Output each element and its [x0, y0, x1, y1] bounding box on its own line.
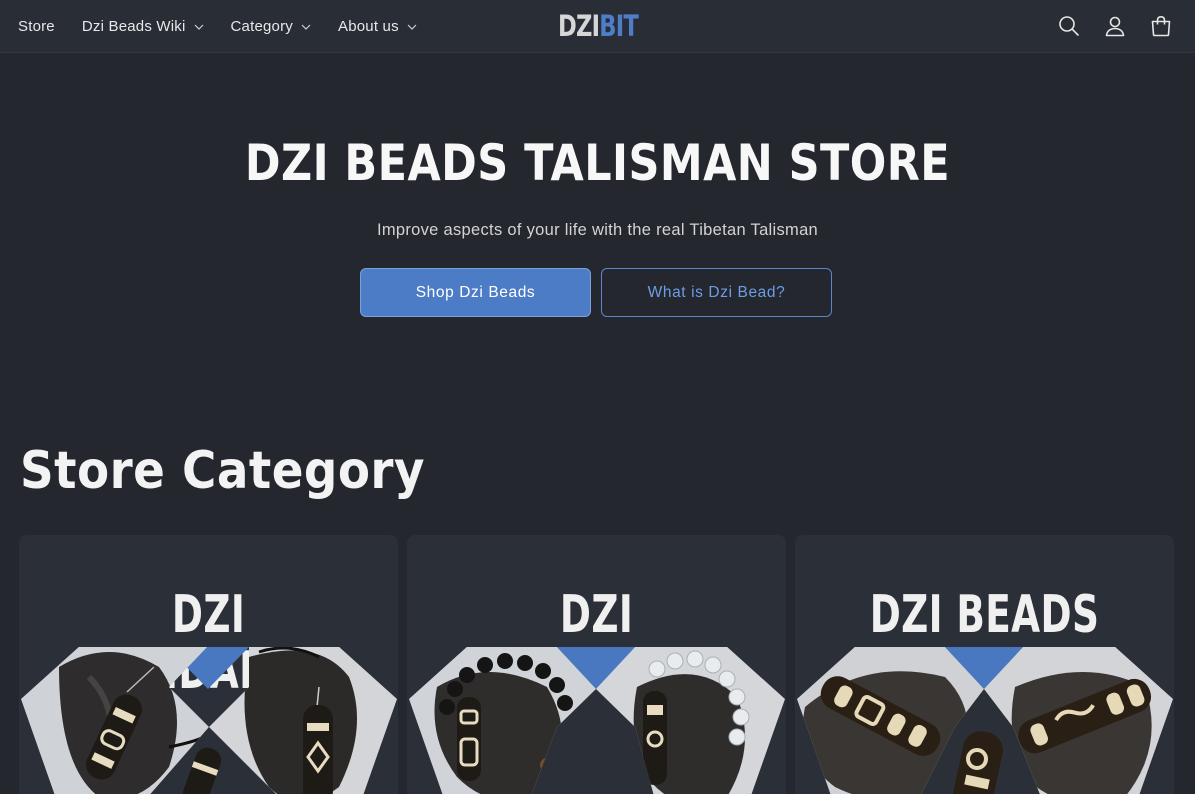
hero-subtitle: Improve aspects of your life with the re…: [376, 221, 819, 239]
main-nav: Store Dzi Beads Wiki Category About us: [18, 0, 444, 53]
bracelets-image: [409, 647, 785, 794]
site-header: Store Dzi Beads Wiki Category About us D…: [0, 0, 1195, 53]
shop-dzi-beads-button[interactable]: Shop Dzi Beads: [360, 268, 591, 317]
search-icon: [1059, 16, 1079, 36]
nav-category[interactable]: Category: [231, 18, 311, 35]
chevron-down-icon: [194, 24, 203, 30]
account-button[interactable]: [1101, 12, 1129, 40]
chevron-down-icon: [407, 24, 417, 30]
nav-category-label: Category: [230, 18, 293, 35]
what-is-dzi-bead-button[interactable]: What is Dzi Bead?: [601, 268, 832, 317]
nav-store-label: Store: [18, 18, 55, 35]
store-category-title: Store Category: [20, 441, 425, 501]
nav-dzi-beads-wiki-label: Dzi Beads Wiki: [81, 18, 186, 35]
beads-image: [797, 647, 1173, 794]
nav-store[interactable]: Store: [18, 18, 55, 35]
hero-title: DZI BEADS TALISMAN STORE: [244, 134, 951, 192]
search-button[interactable]: [1055, 12, 1083, 40]
logo-part-dzi: DZI: [558, 9, 600, 43]
category-card-pendants[interactable]: DZI PENDANTS: [19, 535, 398, 794]
nav-about-us[interactable]: About us: [338, 18, 417, 35]
category-card-beads[interactable]: DZI BEADS: [795, 535, 1174, 794]
chevron-down-icon: [301, 24, 311, 30]
pendants-image: [21, 647, 397, 794]
nav-about-us-label: About us: [337, 18, 399, 35]
site-logo[interactable]: DZIBIT: [558, 9, 639, 43]
logo-part-bit: BIT: [599, 9, 639, 43]
header-icons: [1037, 12, 1175, 40]
cart-button[interactable]: [1147, 12, 1175, 40]
nav-dzi-beads-wiki[interactable]: Dzi Beads Wiki: [82, 18, 204, 35]
cart-icon: [1151, 15, 1171, 37]
category-card-bracelets[interactable]: DZI BRACELETS: [407, 535, 786, 794]
account-icon: [1105, 16, 1125, 37]
category-card-title: DZI BEADS: [869, 585, 1100, 645]
